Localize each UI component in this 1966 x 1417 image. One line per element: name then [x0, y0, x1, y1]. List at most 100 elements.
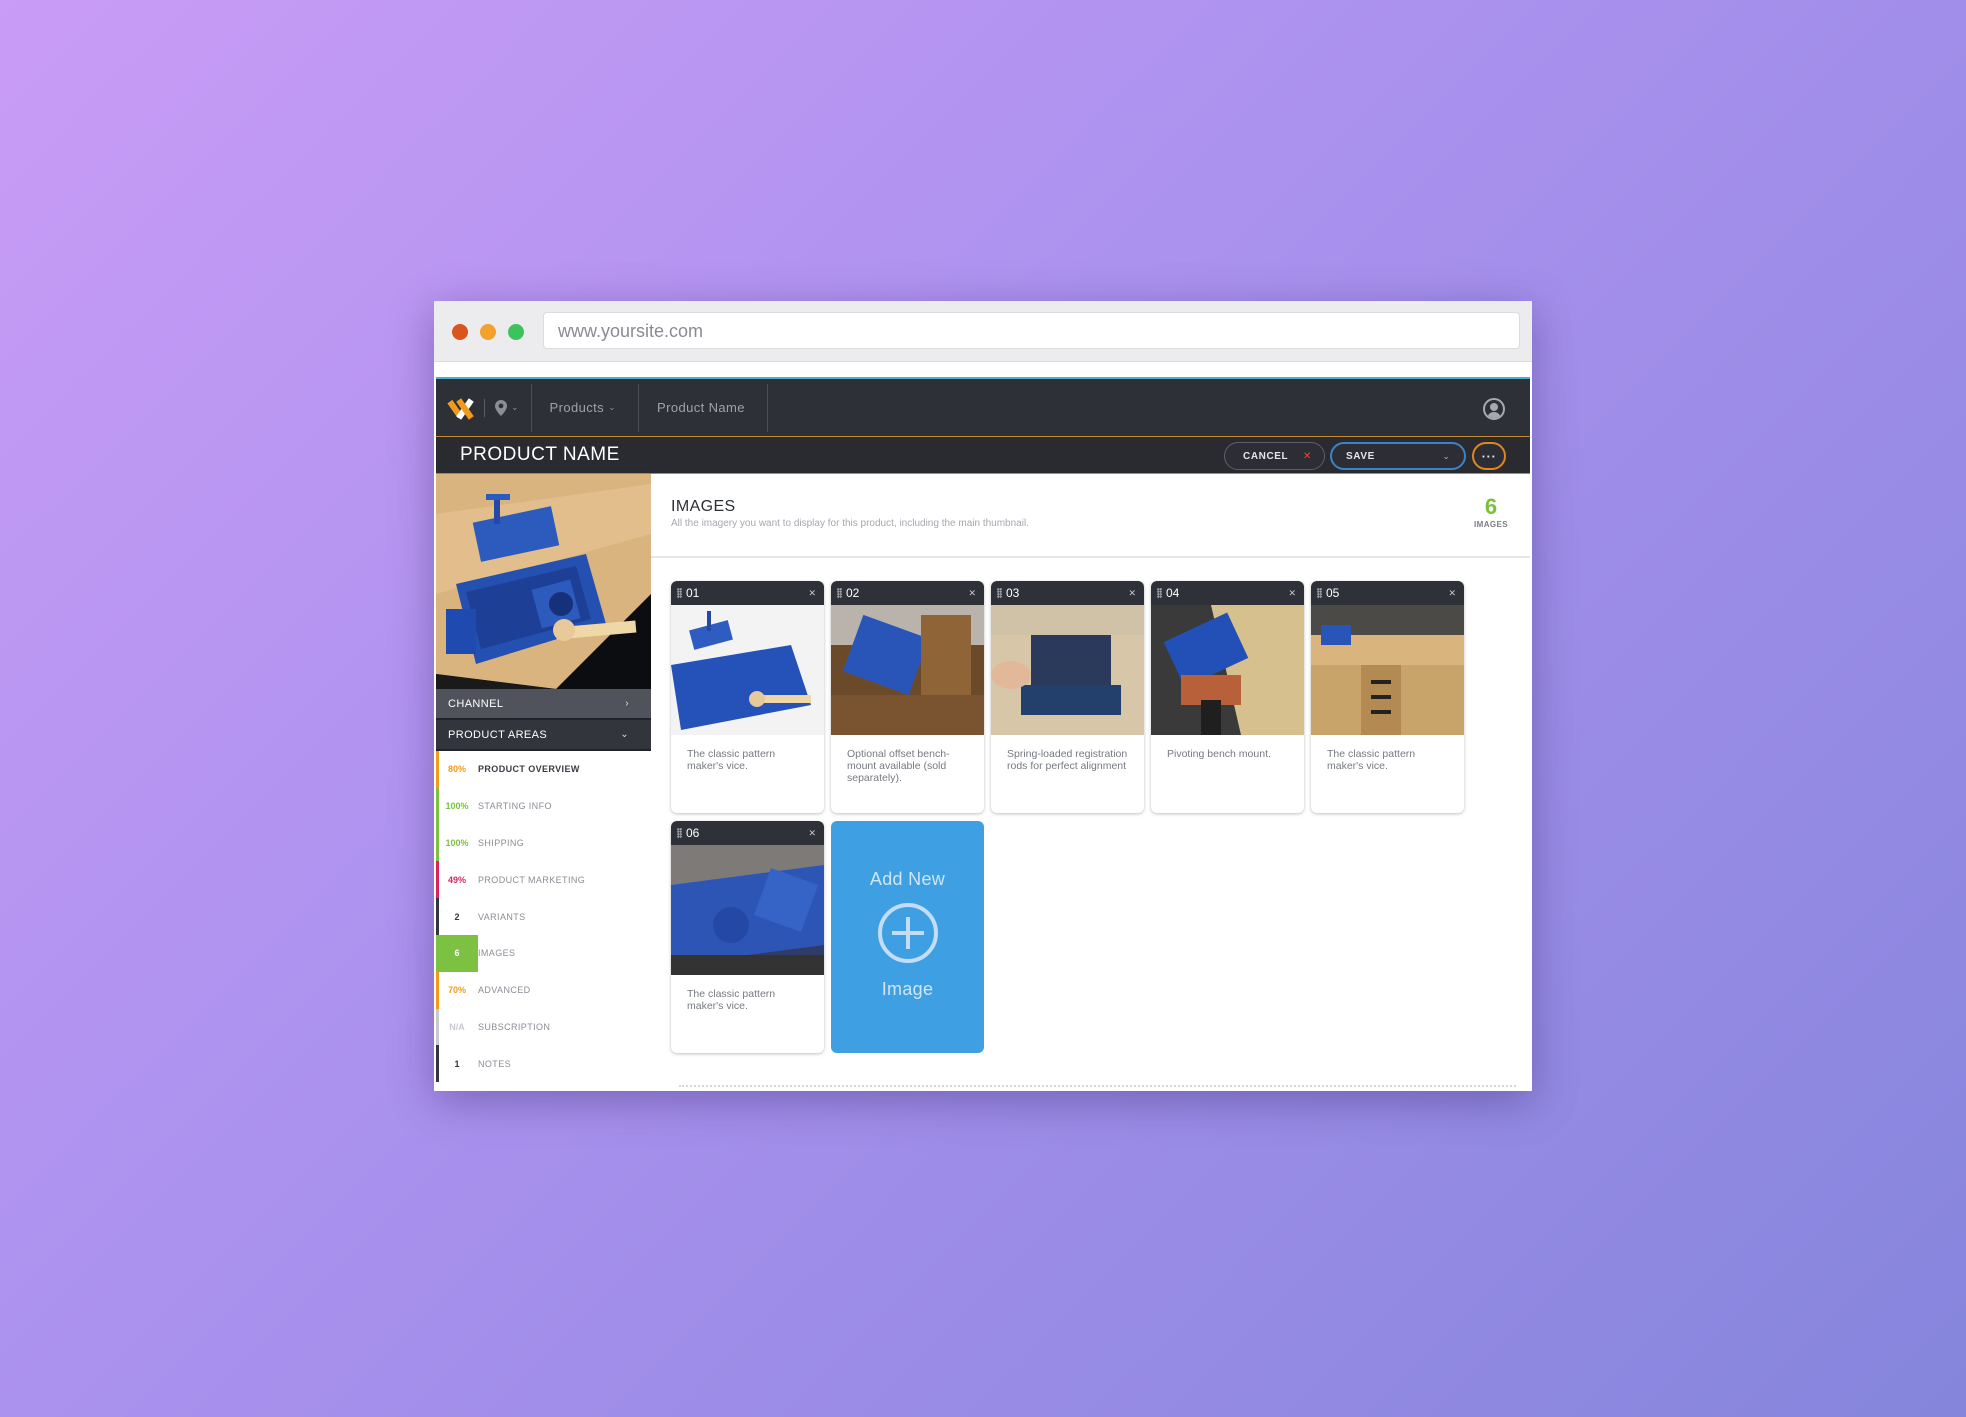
sidebar: CHANNEL › PRODUCT AREAS ⌄ 80% PRODUCT OVE…: [436, 474, 651, 1091]
maximize-window-button[interactable]: [508, 324, 524, 340]
progress-indicator: [436, 824, 439, 862]
product-areas-accordion[interactable]: PRODUCT AREAS ⌄: [436, 720, 651, 751]
sidebar-item-product-overview[interactable]: 80% PRODUCT OVERVIEW: [436, 751, 651, 788]
image-caption[interactable]: Pivoting bench mount.: [1151, 735, 1304, 760]
location-pin-icon[interactable]: [495, 399, 507, 416]
breadcrumb-products-label: Products: [549, 400, 605, 415]
browser-chrome: www.yoursite.com: [434, 301, 1532, 362]
breadcrumb-product-name[interactable]: Product Name: [639, 379, 767, 436]
title-bar: PRODUCT NAME CANCEL ✕ SAVE ⌄ ···: [436, 436, 1530, 474]
image-thumbnail[interactable]: [671, 605, 824, 735]
close-icon[interactable]: ✕: [968, 588, 976, 599]
image-card[interactable]: 06 ✕ The classic pattern maker's vice.: [671, 821, 824, 1053]
image-thumbnail[interactable]: [1311, 605, 1464, 735]
chevron-down-icon[interactable]: ⌄: [511, 402, 519, 413]
image-card-header[interactable]: 01 ✕: [671, 581, 824, 605]
channel-label: CHANNEL: [448, 697, 504, 710]
image-caption[interactable]: The classic pattern maker's vice.: [671, 735, 824, 772]
sidebar-item-value: 100%: [445, 801, 469, 812]
sidebar-item-value: 70%: [447, 985, 466, 996]
close-window-button[interactable]: [452, 324, 468, 340]
breadcrumb-products[interactable]: Products ⌄: [532, 379, 638, 436]
progress-indicator: [436, 934, 439, 972]
image-caption[interactable]: The classic pattern maker's vice.: [671, 975, 824, 1012]
channel-accordion[interactable]: CHANNEL ›: [436, 689, 651, 720]
sidebar-item-label: PRODUCT MARKETING: [478, 874, 586, 885]
cancel-button[interactable]: CANCEL ✕: [1224, 442, 1325, 470]
drag-handle-icon[interactable]: [837, 588, 842, 598]
drag-handle-icon[interactable]: [997, 588, 1002, 598]
image-card-header[interactable]: 03 ✕: [991, 581, 1144, 605]
image-card[interactable]: 01 ✕ The classic pattern maker's vice.: [671, 581, 824, 813]
add-new-image-button[interactable]: Add New Image: [831, 821, 984, 1053]
image-card-number: 01: [686, 586, 700, 600]
divider: [766, 383, 768, 432]
sidebar-item-label: NOTES: [478, 1058, 512, 1069]
image-card-number: 02: [846, 586, 860, 600]
image-card-header[interactable]: 06 ✕: [671, 821, 824, 845]
sidebar-item-label: IMAGES: [478, 948, 516, 959]
image-thumbnail[interactable]: [831, 605, 984, 735]
progress-indicator: [436, 751, 439, 788]
sidebar-item-subscription[interactable]: N/A SUBSCRIPTION: [436, 1008, 651, 1046]
image-card-header[interactable]: 04 ✕: [1151, 581, 1304, 605]
image-card-number: 04: [1166, 586, 1180, 600]
sidebar-item-images[interactable]: 6 IMAGES: [436, 934, 651, 972]
image-card[interactable]: 04 ✕ Pivoting bench mount.: [1151, 581, 1304, 813]
close-icon[interactable]: ✕: [808, 588, 816, 599]
sidebar-item-value: 1: [454, 1058, 460, 1069]
image-card-number: 06: [686, 826, 700, 840]
close-icon[interactable]: ✕: [1288, 588, 1296, 599]
image-thumbnail[interactable]: [671, 845, 824, 975]
sidebar-item-advanced[interactable]: 70% ADVANCED: [436, 971, 651, 1009]
top-nav: ⌄ Products ⌄ Product Name: [436, 377, 1530, 436]
sidebar-item-label: PRODUCT OVERVIEW: [478, 764, 580, 775]
image-caption[interactable]: The classic pattern maker's vice.: [1311, 735, 1464, 772]
image-caption[interactable]: Spring-loaded registration rods for perf…: [991, 735, 1144, 772]
image-thumbnail[interactable]: [1151, 605, 1304, 735]
sidebar-item-shipping[interactable]: 100% SHIPPING: [436, 824, 651, 862]
close-icon: ✕: [1303, 450, 1312, 462]
breadcrumb-product-name-label: Product Name: [657, 400, 745, 415]
close-icon[interactable]: ✕: [1128, 588, 1136, 599]
minimize-window-button[interactable]: [480, 324, 496, 340]
image-thumbnail[interactable]: [991, 605, 1144, 735]
image-card-header[interactable]: 02 ✕: [831, 581, 984, 605]
drag-handle-icon[interactable]: [677, 828, 682, 838]
progress-indicator: [436, 971, 439, 1009]
sidebar-item-product-marketing[interactable]: 49% PRODUCT MARKETING: [436, 861, 651, 899]
image-card[interactable]: 03 ✕ Spring-loaded registration rods for p…: [991, 581, 1144, 813]
progress-indicator: [436, 787, 439, 825]
sidebar-item-notes[interactable]: 1 NOTES: [436, 1045, 651, 1083]
url-bar[interactable]: www.yoursite.com: [543, 312, 1520, 349]
sidebar-item-variants[interactable]: 2 VARIANTS: [436, 898, 651, 935]
logo-icon[interactable]: [447, 396, 474, 420]
browser-window: www.yoursite.com ⌄ Products ⌄ Product Na…: [434, 301, 1532, 1091]
image-card-header[interactable]: 05 ✕: [1311, 581, 1464, 605]
user-account-icon[interactable]: [1483, 398, 1505, 420]
image-count: 6 IMAGES: [1474, 494, 1508, 529]
sidebar-item-value: 100%: [445, 837, 469, 848]
close-icon[interactable]: ✕: [1448, 588, 1456, 599]
chevron-down-icon: ⌄: [608, 402, 617, 412]
drag-handle-icon[interactable]: [1317, 588, 1322, 598]
cancel-button-label: CANCEL: [1243, 450, 1289, 462]
image-caption[interactable]: Optional offset bench-mount available (s…: [831, 735, 984, 784]
sidebar-item-label: SHIPPING: [478, 837, 525, 848]
close-icon[interactable]: ✕: [808, 828, 816, 839]
sidebar-item-label: STARTING INFO: [478, 801, 552, 812]
image-card[interactable]: 02 ✕ Optional offset bench-mount available…: [831, 581, 984, 813]
sidebar-item-starting-info[interactable]: 100% STARTING INFO: [436, 787, 651, 825]
save-button[interactable]: SAVE ⌄: [1330, 442, 1466, 470]
drag-handle-icon[interactable]: [677, 588, 682, 598]
progress-indicator: [436, 861, 439, 899]
product-areas-label: PRODUCT AREAS: [448, 728, 548, 741]
image-count-value: 6: [1484, 494, 1498, 519]
chevron-down-icon[interactable]: ⌄: [1443, 452, 1450, 461]
more-options-button[interactable]: ···: [1472, 442, 1506, 470]
sidebar-item-label: VARIANTS: [478, 911, 526, 922]
sidebar-item-label: ADVANCED: [478, 985, 531, 996]
image-card[interactable]: 05 ✕ The classic pattern maker's vice.: [1311, 581, 1464, 813]
sidebar-item-value: 49%: [447, 874, 466, 885]
drag-handle-icon[interactable]: [1157, 588, 1162, 598]
